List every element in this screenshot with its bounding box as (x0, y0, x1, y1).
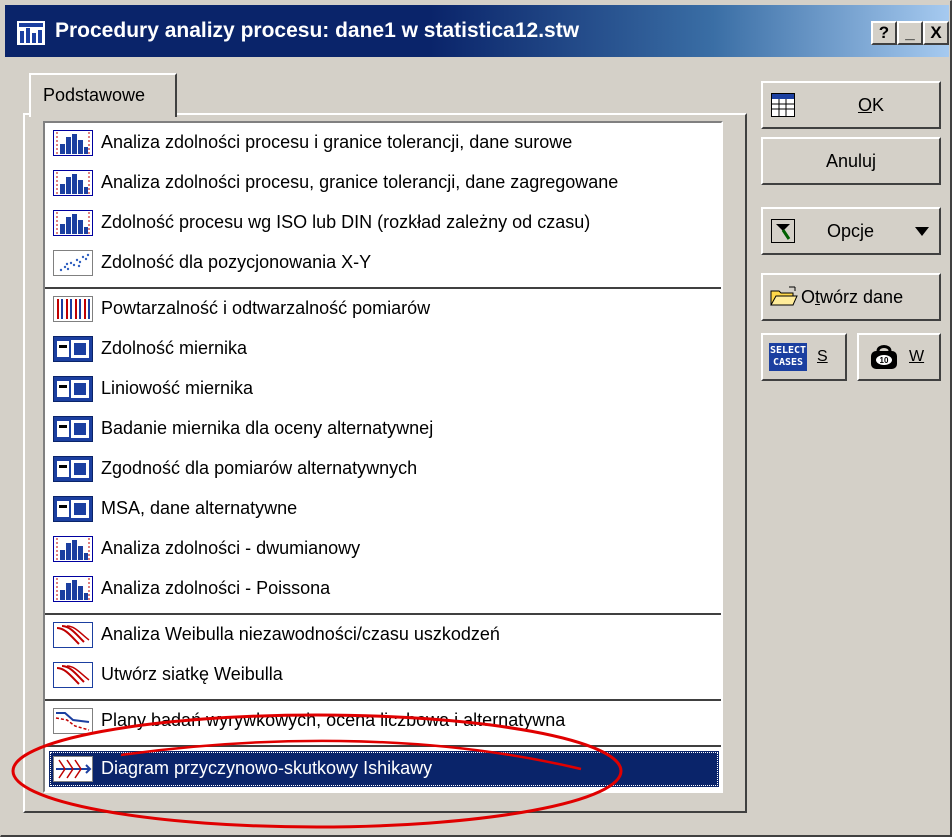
open-data-rest: wórz dane (820, 286, 904, 307)
list-item-label: Badanie miernika dla oceny alternatywnej (101, 418, 434, 438)
svg-text:10: 10 (880, 356, 889, 365)
cancel-label: Anuluj (825, 150, 877, 171)
list-item-label: Diagram przyczynowo-skutkowy Ishikawy (101, 758, 433, 778)
dropdown-arrow-icon (915, 227, 929, 236)
weight-label: W (909, 348, 925, 365)
list-item[interactable]: Badanie miernika dla oceny alternatywnej (49, 411, 719, 447)
close-button[interactable]: X (923, 21, 949, 45)
list-item-label: Powtarzalność i odtwarzalność pomiarów (101, 298, 431, 318)
list-item-label: Zdolność miernika (101, 338, 248, 358)
list-item-label: Plany badań wyrywkowych, ocena liczbowa … (101, 710, 566, 730)
capability-histogram-icon (53, 536, 93, 562)
procedure-list[interactable]: Analiza zdolności procesu i granice tole… (43, 121, 723, 793)
list-item-label: Analiza zdolności - dwumianowy (101, 538, 361, 558)
ok-label: K (872, 94, 885, 115)
ok-accel: O (857, 94, 872, 115)
list-item[interactable]: Analiza zdolności - dwumianowy (49, 531, 719, 567)
list-item-label: Liniowość miernika (101, 378, 254, 398)
select-cases-badge-bottom: CASES (772, 357, 804, 368)
gauge-icon (53, 456, 93, 482)
tab-podstawowe[interactable]: Podstawowe (29, 73, 177, 117)
options-icon (771, 219, 795, 243)
list-item[interactable]: Zdolność dla pozycjonowania X-Y (49, 245, 719, 281)
list-item[interactable]: Zdolność procesu wg ISO lub DIN (rozkład… (49, 205, 719, 241)
gauge-icon (53, 496, 93, 522)
gauge-icon (53, 336, 93, 362)
list-item[interactable]: Analiza zdolności - Poissona (49, 571, 719, 607)
list-item[interactable]: Powtarzalność i odtwarzalność pomiarów (49, 291, 719, 327)
app-icon (17, 21, 45, 45)
select-cases-icon: SELECT CASES (769, 343, 807, 371)
list-item[interactable]: Analiza Weibulla niezawodności/czasu usz… (49, 617, 719, 653)
list-item[interactable]: Zdolność miernika (49, 331, 719, 367)
list-item[interactable]: Analiza zdolności procesu i granice tole… (49, 125, 719, 161)
options-label: Opcje (827, 220, 875, 241)
minimize-button[interactable]: _ (897, 21, 923, 45)
group-separator (45, 745, 721, 748)
repeatability-icon (53, 296, 93, 322)
gauge-icon (53, 376, 93, 402)
select-cases-label: S (817, 348, 828, 365)
group-separator (45, 287, 721, 290)
cancel-button[interactable]: Anuluj (761, 137, 941, 185)
group-separator (45, 613, 721, 616)
weight-icon: 10 (871, 345, 897, 369)
list-item-label: Analiza zdolności procesu i granice tole… (101, 132, 573, 152)
weibull-icon (53, 662, 93, 688)
capability-histogram-icon (53, 210, 93, 236)
list-item-label: Zdolność procesu wg ISO lub DIN (rozkład… (101, 212, 591, 232)
open-folder-icon (770, 286, 798, 306)
list-item-label: Analiza zdolności procesu, granice toler… (101, 172, 619, 192)
list-item-label: Zgodność dla pomiarów alternatywnych (101, 458, 418, 478)
fishbone-icon (53, 756, 93, 782)
list-item[interactable]: Analiza zdolności procesu, granice toler… (49, 165, 719, 201)
dialog-window: Procedury analizy procesu: dane1 w stati… (0, 0, 952, 837)
list-item[interactable]: MSA, dane alternatywne (49, 491, 719, 527)
capability-histogram-icon (53, 576, 93, 602)
title-bar[interactable]: Procedury analizy procesu: dane1 w stati… (5, 5, 949, 57)
sampling-plan-icon (53, 708, 93, 734)
list-item[interactable]: Zgodność dla pomiarów alternatywnych (49, 451, 719, 487)
capability-histogram-icon (53, 130, 93, 156)
options-button[interactable]: Opcje (761, 207, 941, 255)
list-item-label: Analiza zdolności - Poissona (101, 578, 331, 598)
open-data-pre: O (801, 286, 816, 307)
list-item-label: Analiza Weibulla niezawodności/czasu usz… (101, 624, 500, 644)
list-item[interactable]: Liniowość miernika (49, 371, 719, 407)
select-cases-badge-top: SELECT (769, 345, 807, 356)
list-item-selected[interactable]: Diagram przyczynowo-skutkowy Ishikawy (49, 751, 719, 787)
group-separator (45, 699, 721, 702)
open-data-button[interactable]: Ot wórz dane (761, 273, 941, 321)
list-item[interactable]: Utwórz siatkę Weibulla (49, 657, 719, 693)
list-item-label: MSA, dane alternatywne (101, 498, 298, 518)
capability-histogram-icon (53, 170, 93, 196)
tab-label: Podstawowe (43, 85, 146, 105)
list-item[interactable]: Plany badań wyrywkowych, ocena liczbowa … (49, 703, 719, 739)
list-item-label: Utwórz siatkę Weibulla (101, 664, 283, 684)
select-cases-button[interactable]: SELECT CASES S (761, 333, 847, 381)
window-title: Procedury analizy procesu: dane1 w stati… (55, 19, 580, 42)
gauge-icon (53, 416, 93, 442)
weibull-icon (53, 622, 93, 648)
weight-button[interactable]: 10 W (857, 333, 941, 381)
scatter-icon (53, 250, 93, 276)
ok-button[interactable]: OK (761, 81, 941, 129)
list-item-label: Zdolność dla pozycjonowania X-Y (101, 252, 372, 272)
help-button[interactable]: ? (871, 21, 897, 45)
